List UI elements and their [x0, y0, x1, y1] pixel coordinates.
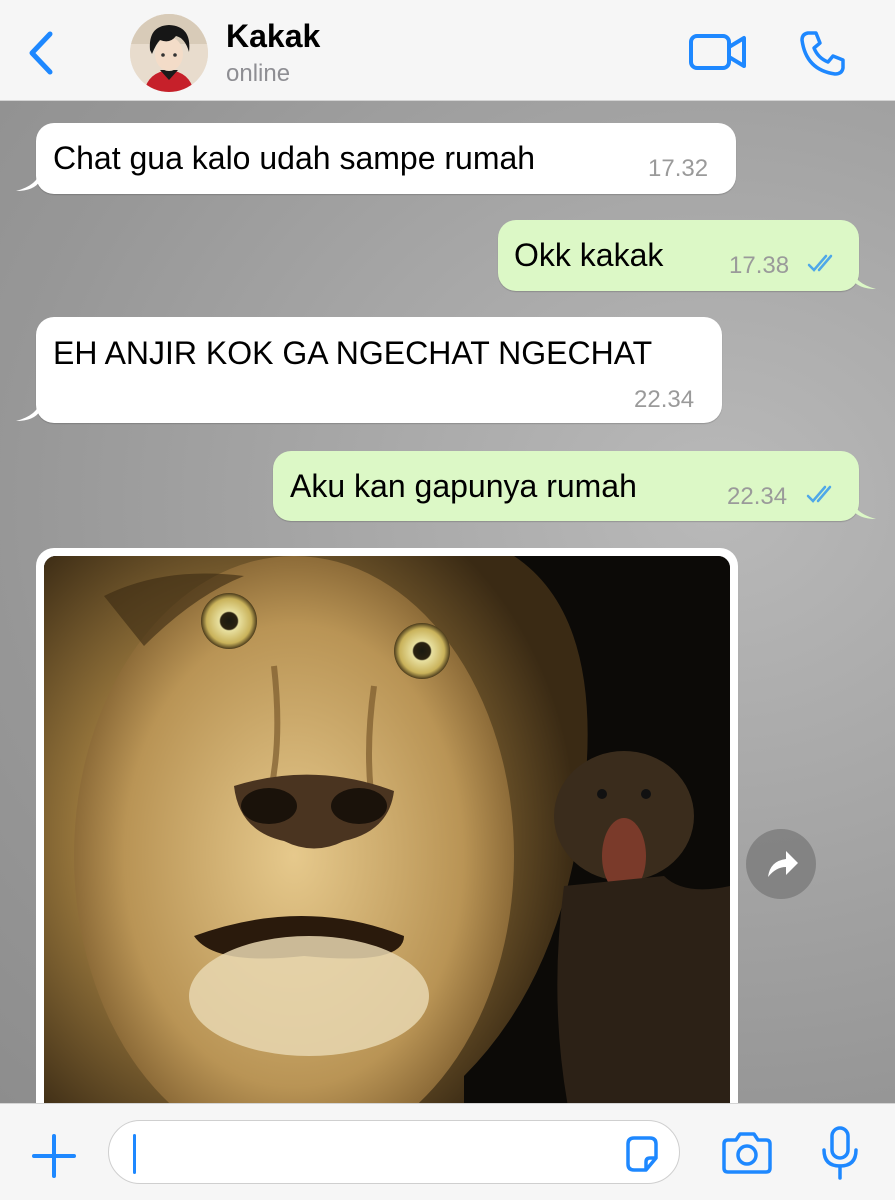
plus-icon [32, 1134, 76, 1178]
message-bubble-outgoing[interactable]: Aku kan gapunya rumah 22.34 [273, 451, 859, 521]
chat-area[interactable]: Chat gua kalo udah sampe rumah 17.32 Okk… [0, 101, 895, 1103]
read-receipt-icon [806, 485, 832, 503]
message-time: 22.34 [634, 386, 695, 413]
microphone-icon [822, 1126, 858, 1180]
contact-status: online [226, 60, 291, 87]
camera-icon [722, 1132, 772, 1174]
message-bubble-outgoing[interactable]: Okk kakak 17.38 [498, 220, 859, 291]
lion-monkey-photo [44, 556, 730, 1103]
message-bubble-incoming[interactable]: EH ANJIR KOK GA NGECHAT NGECHAT 22.34 [36, 317, 722, 423]
message-input[interactable] [108, 1120, 680, 1184]
contact-name[interactable]: Kakak [226, 18, 320, 55]
camera-button[interactable] [720, 1130, 774, 1176]
avatar[interactable] [130, 14, 208, 92]
message-bubble-incoming[interactable]: Chat gua kalo udah sampe rumah 17.32 [36, 123, 736, 194]
voice-call-button[interactable] [798, 28, 848, 78]
bubble-tail [852, 499, 876, 519]
video-call-button[interactable] [688, 30, 748, 74]
forward-arrow-icon [768, 851, 798, 877]
microphone-button[interactable] [818, 1124, 862, 1184]
back-button[interactable] [22, 28, 62, 78]
message-text: Aku kan gapunya rumah [290, 468, 637, 504]
video-camera-icon [689, 34, 746, 70]
sticker-button[interactable] [622, 1134, 662, 1174]
chevron-left-icon [29, 31, 53, 75]
image-message[interactable] [36, 548, 738, 1103]
message-time: 22.34 [727, 483, 788, 510]
sticker-icon [626, 1136, 658, 1172]
message-composer [0, 1103, 895, 1200]
phone-icon [800, 31, 845, 76]
text-cursor [133, 1134, 136, 1174]
shared-photo[interactable] [44, 556, 730, 1103]
forward-button[interactable] [746, 829, 816, 899]
message-text: Chat gua kalo udah sampe rumah [53, 140, 536, 176]
bubble-tail [852, 269, 876, 289]
message-time: 17.32 [648, 155, 709, 182]
message-text: EH ANJIR KOK GA NGECHAT NGECHAT [53, 335, 653, 371]
read-receipt-icon [807, 254, 833, 272]
bubble-tail [16, 401, 40, 421]
bubble-tail [16, 171, 40, 191]
message-time: 17.38 [729, 252, 790, 279]
message-text: Okk kakak [514, 237, 664, 273]
attach-button[interactable] [30, 1132, 78, 1180]
chat-header: Kakak online [0, 0, 895, 101]
